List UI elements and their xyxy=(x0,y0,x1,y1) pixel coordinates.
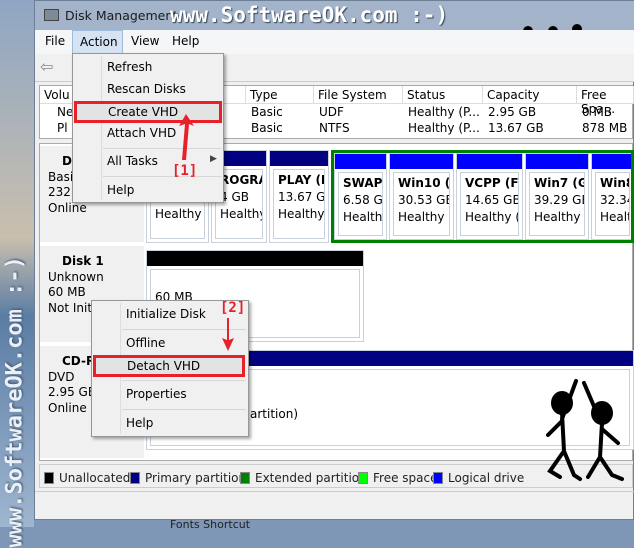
watermark: www.SoftwareOK.com :-) xyxy=(2,256,28,548)
legend-logical: Logical drive xyxy=(433,471,524,485)
cell-status: Healthy (P... xyxy=(408,105,480,119)
menu-view[interactable]: View xyxy=(131,34,159,48)
cell-volume: Pl xyxy=(57,121,68,135)
partition-size: 4 GB xyxy=(220,190,249,204)
cell-free: 878 MB xyxy=(582,121,628,135)
action-menu: Refresh Rescan Disks Create VHD Attach V… xyxy=(72,53,224,203)
status-bar xyxy=(35,491,634,519)
cell-status: Healthy (P... xyxy=(408,121,480,135)
menu-item-detach-vhd[interactable]: Detach VHD xyxy=(93,355,245,377)
menu-item-attach-vhd[interactable]: Attach VHD xyxy=(74,123,222,145)
partition[interactable]: PLAY (K: 13.67 GB Healthy ( xyxy=(269,150,329,243)
partition-status: Healthy ( xyxy=(278,207,325,221)
menu-item-properties[interactable]: Properties xyxy=(93,384,247,406)
disk-type: Unknown xyxy=(48,269,104,284)
col-type[interactable]: Type xyxy=(246,86,314,104)
partition-status: Healthy ( xyxy=(155,207,205,221)
menu-help[interactable]: Help xyxy=(172,34,199,48)
menu-action[interactable]: Action xyxy=(72,30,123,54)
menu-file[interactable]: File xyxy=(45,34,65,48)
disk-state: Online xyxy=(48,400,87,415)
menu-item-rescan-disks[interactable]: Rescan Disks xyxy=(74,79,222,101)
disk-name: Disk 1 xyxy=(62,254,104,268)
menu-item-all-tasks[interactable]: All Tasks xyxy=(74,151,222,173)
cell-type: Basic xyxy=(251,121,283,135)
disk-size: 2.95 GB xyxy=(48,385,97,399)
disk-type: DVD xyxy=(48,369,75,384)
back-icon[interactable]: ⇦ xyxy=(40,57,53,76)
cell-free: 0 MB xyxy=(582,105,613,119)
menu-item-help[interactable]: Help xyxy=(93,413,247,435)
legend-primary: Primary partition xyxy=(130,471,246,485)
brand-watermark: www.SoftwareOK.com :-) xyxy=(170,3,449,27)
disk-state: Not Initi xyxy=(48,300,96,315)
partition-size: 13.67 GB xyxy=(278,190,325,204)
legend-free-space: Free space xyxy=(358,471,437,485)
cell-fs: NTFS xyxy=(319,121,350,135)
window-title: Disk Management xyxy=(65,8,179,23)
partition-name: ROGRA xyxy=(220,173,262,187)
menu-bar: File Action View Help xyxy=(35,30,634,54)
title-bar: Disk Management www.SoftwareOK.com :-) 1… xyxy=(35,1,634,77)
menu-item-refresh[interactable]: Refresh xyxy=(74,57,222,79)
cell-type: Basic xyxy=(251,105,283,119)
partition-name: PLAY (K: xyxy=(278,173,324,187)
legend-extended: Extended partition xyxy=(240,471,367,485)
dancing-figures-illustration xyxy=(546,379,624,481)
disk-name: D xyxy=(62,154,72,168)
menu-item-help[interactable]: Help xyxy=(74,180,222,202)
partition-status: Healthy xyxy=(220,207,263,221)
col-capacity[interactable]: Capacity xyxy=(483,86,577,104)
cell-capacity: 2.95 GB xyxy=(488,105,537,119)
annotation-2: [2] xyxy=(220,300,246,316)
col-free-space[interactable]: Free Spa... xyxy=(577,86,634,116)
col-file-system[interactable]: File System xyxy=(314,86,403,104)
cell-fs: UDF xyxy=(319,105,344,119)
annotation-arrow-up-icon xyxy=(179,114,194,160)
annotation-1: [1] xyxy=(172,163,198,179)
disk-size: 60 MB xyxy=(48,285,86,299)
col-status[interactable]: Status xyxy=(403,86,483,104)
disk-name: CD-R xyxy=(62,354,96,368)
partition-color-bar xyxy=(270,151,328,166)
disk-management-icon xyxy=(44,9,59,21)
cell-capacity: 13.67 GB xyxy=(488,121,544,135)
annotation-arrow-down-icon xyxy=(222,318,234,351)
legend-unallocated: Unallocated xyxy=(44,471,130,485)
cell-volume: Ne xyxy=(57,105,74,119)
extended-partition xyxy=(331,150,634,243)
submenu-arrow-icon: ▶ xyxy=(210,154,217,164)
menu-item-create-vhd[interactable]: Create VHD xyxy=(74,101,222,123)
